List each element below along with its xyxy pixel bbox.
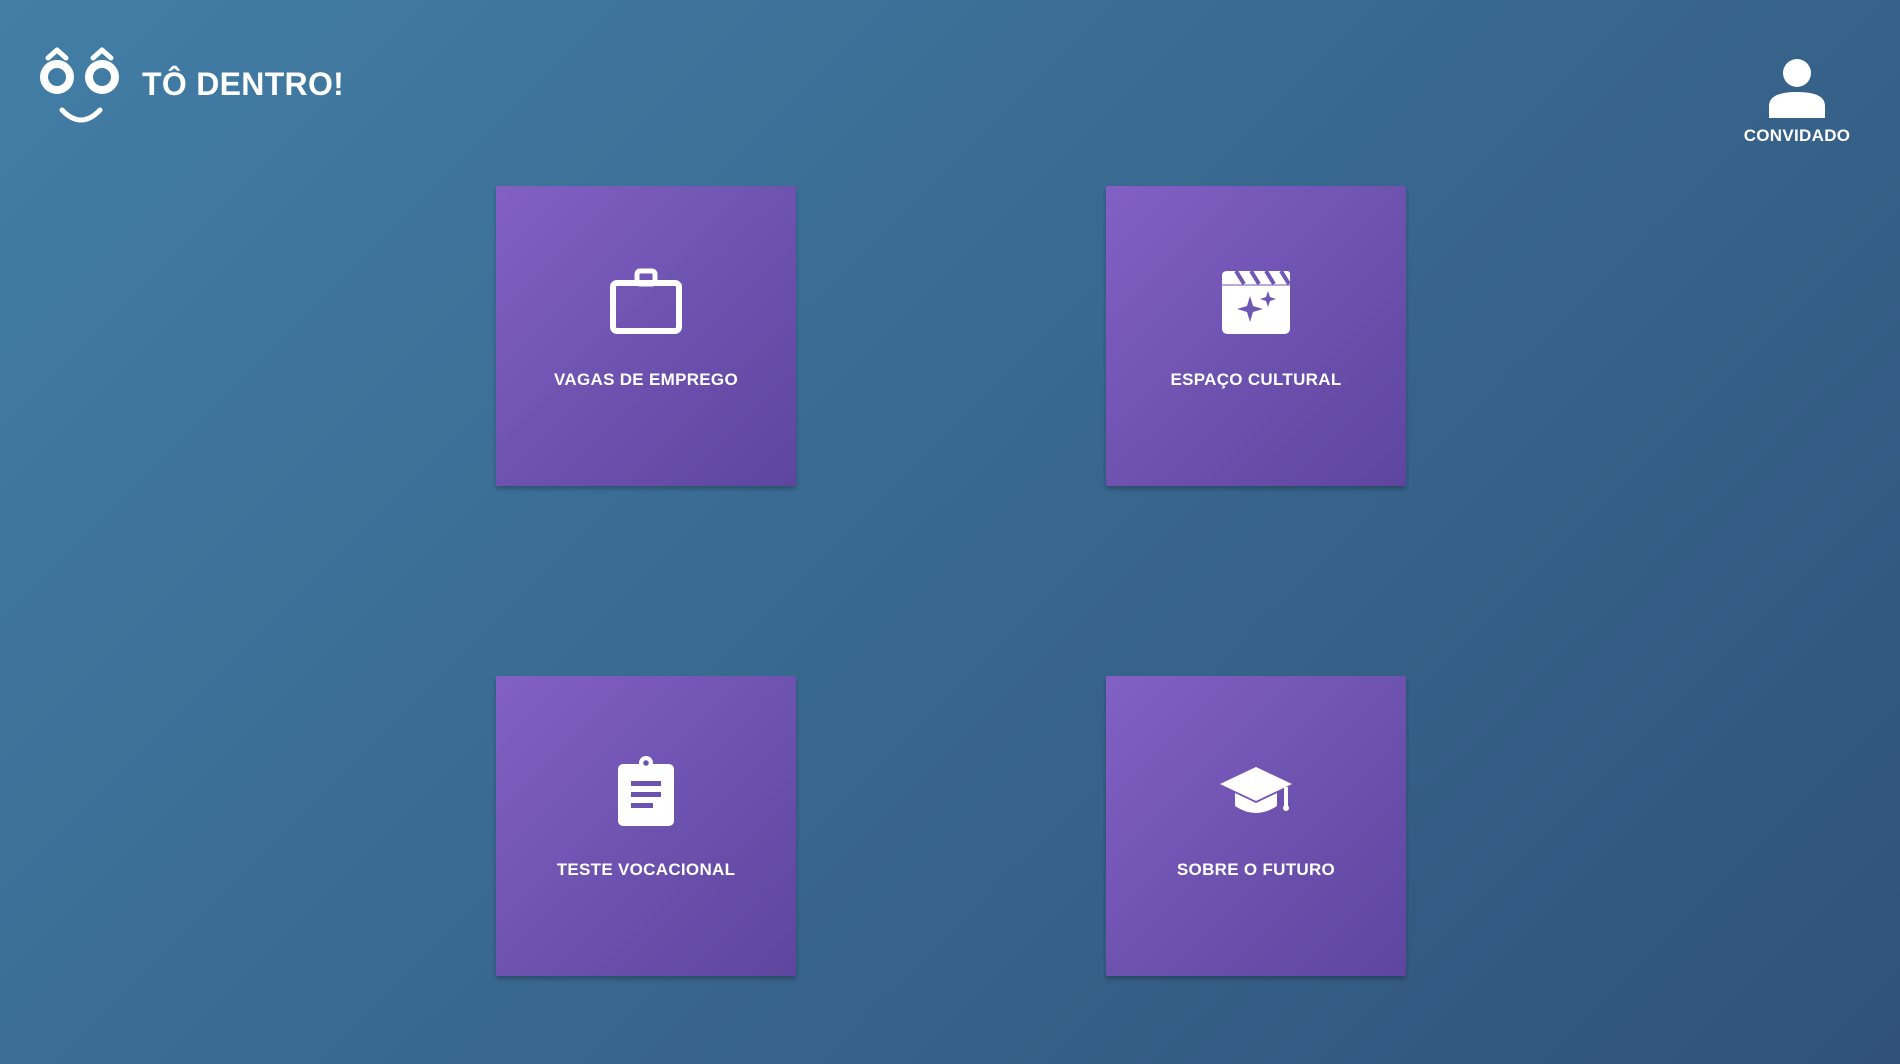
brand-logo[interactable]: TÔ DENTRO! xyxy=(38,42,344,128)
tile-label: VAGAS DE EMPREGO xyxy=(554,370,738,389)
brand-name: TÔ DENTRO! xyxy=(142,65,345,102)
guest-user-menu[interactable]: CONVIDADO xyxy=(1742,58,1852,146)
tile-teste-vocacional[interactable]: TESTE VOCACIONAL xyxy=(496,676,796,976)
graduation-cap-icon xyxy=(1220,767,1292,813)
tile-vagas-de-emprego[interactable]: VAGAS DE EMPREGO xyxy=(496,186,796,486)
tile-sobre-o-futuro[interactable]: SOBRE O FUTURO xyxy=(1106,676,1406,976)
clapperboard-sparkle-icon xyxy=(1222,269,1291,334)
tile-label: ESPAÇO CULTURAL xyxy=(1170,370,1342,389)
tile-label: TESTE VOCACIONAL xyxy=(556,860,736,879)
user-label: CONVIDADO xyxy=(1743,126,1851,145)
smiling-face-logo-icon xyxy=(40,47,119,123)
clipboard-icon xyxy=(618,756,674,826)
person-icon xyxy=(1769,59,1825,118)
tile-label: SOBRE O FUTURO xyxy=(1176,860,1336,879)
briefcase-icon xyxy=(610,268,682,334)
tile-espaco-cultural[interactable]: ESPAÇO CULTURAL xyxy=(1106,186,1406,486)
